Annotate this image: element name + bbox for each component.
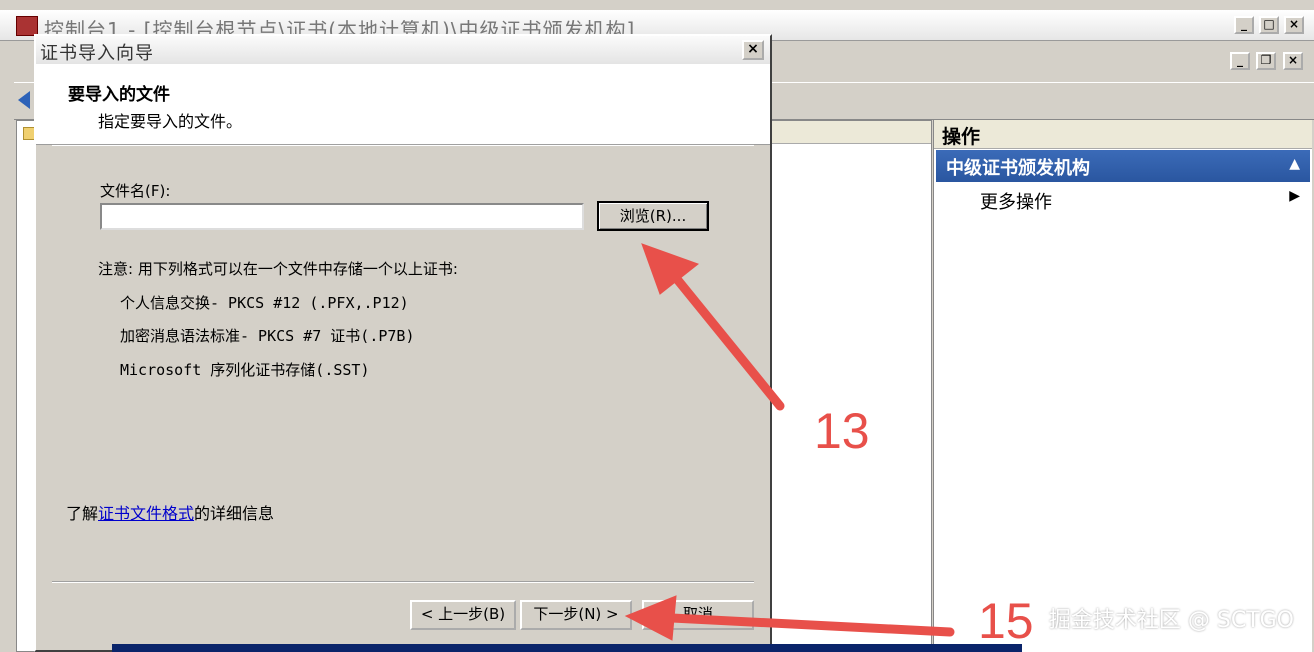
step-15-label: 15 <box>978 593 1034 649</box>
step-13-label: 13 <box>814 403 870 459</box>
annotation-arrows <box>624 243 955 641</box>
arrow-15-head <box>624 595 677 641</box>
arrow-13-shaft <box>663 263 785 411</box>
watermark: 掘金技术社区 @ SCTGO <box>1048 608 1294 633</box>
arrow-13-head <box>641 243 700 295</box>
arrow-15-shaft <box>667 613 955 637</box>
